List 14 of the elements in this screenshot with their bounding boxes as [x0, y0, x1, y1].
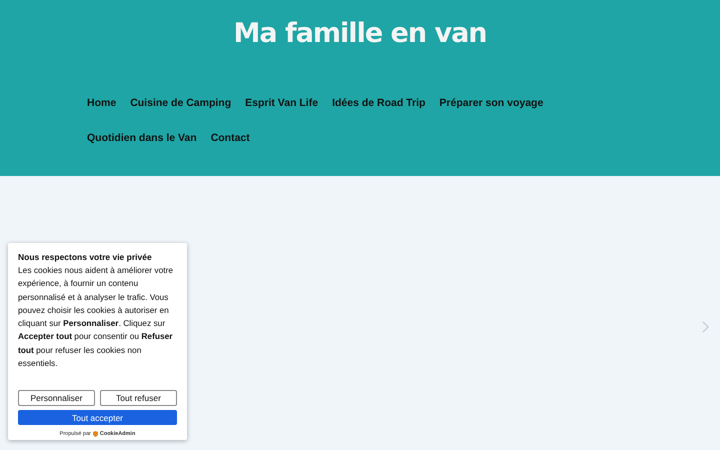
banner-button[interactable]: Personnaliser	[18, 390, 95, 406]
nav-link[interactable]: Quotidien dans le Van	[80, 121, 204, 156]
nav-link[interactable]: Esprit Van Life	[238, 86, 326, 121]
nav-link[interactable]: Home	[80, 86, 124, 121]
nav-link[interactable]: Préparer son voyage	[432, 86, 550, 121]
banner-title: Nous respectons votre vie privée	[18, 251, 153, 264]
banner-text: Les cookies nous aident à améliorer votre expérience, à fournir un contenu personnalisé et à analyser le trafic. Vous pouvez choisir les cookies à autoriser en cliquant sur Personnaliser. Cliquez sur Accepter tout pour consentir ou Refuser tout pour refuser les cookies non essentiels.	[18, 264, 174, 370]
banner-button[interactable]: Tout refuser	[100, 390, 177, 406]
shield-icon	[92, 431, 98, 438]
chevron-right-icon[interactable]	[702, 321, 709, 333]
accept-button[interactable]: Tout accepter	[18, 410, 177, 426]
nav-link[interactable]: Cuisine de Camping	[123, 86, 238, 121]
nav-link[interactable]: Contact	[204, 121, 257, 156]
nav-link[interactable]: Idées de Road Trip	[325, 86, 432, 121]
